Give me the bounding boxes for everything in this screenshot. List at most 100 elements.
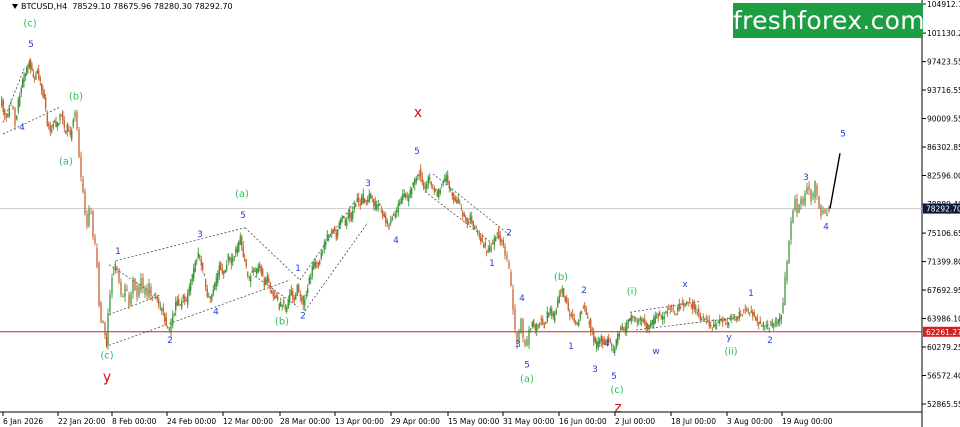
candle-body <box>417 174 419 177</box>
candle-body <box>403 193 405 197</box>
price-chart[interactable]: 104912.75 101130.25 97423.55 93716.55 90009.… <box>0 0 960 427</box>
y-tick-label: 75106.65 <box>927 229 960 238</box>
y-tick-label: 101130.25 <box>927 29 960 38</box>
candle-body <box>358 197 360 202</box>
candle-body <box>641 318 643 322</box>
candle-body <box>227 253 229 261</box>
candle-body <box>229 257 231 260</box>
candle-body <box>770 324 772 326</box>
candle-body <box>42 89 44 97</box>
candle-body <box>344 219 346 226</box>
chevron-down-icon[interactable] <box>12 4 18 9</box>
candle-body <box>286 307 288 312</box>
candle-body <box>729 316 731 320</box>
candle-body <box>660 315 662 318</box>
candle-body <box>587 316 589 318</box>
candle-body <box>102 321 104 324</box>
candle-body <box>218 265 220 276</box>
candle-body <box>335 232 337 239</box>
chart-symbol-header: BTCUSD,H4 78529.10 78675.96 78280.30 782… <box>12 2 233 11</box>
candle-body <box>445 175 447 182</box>
candle-body <box>776 322 778 324</box>
candle-body <box>816 185 818 196</box>
x-tick-label: 31 May 00:00 <box>503 417 555 426</box>
candle-body <box>281 305 283 307</box>
candle-body <box>492 243 494 245</box>
candle-body <box>35 74 37 79</box>
candle-body <box>188 286 190 294</box>
candle-body <box>433 187 435 192</box>
candle-body <box>187 293 189 305</box>
candle-body <box>741 314 743 316</box>
candle-body <box>611 344 613 347</box>
candle-body <box>256 268 258 275</box>
candle-body <box>132 277 134 294</box>
x-tick-label: 15 May 00:00 <box>448 417 500 426</box>
candle-body <box>325 241 327 246</box>
candle-body <box>764 325 766 327</box>
candle-body <box>122 296 124 297</box>
support-price-tag-label: 62261.27 <box>926 328 960 337</box>
candle-body <box>299 293 301 297</box>
candle-body <box>671 305 673 308</box>
candle-body <box>545 321 547 324</box>
candle-body <box>477 232 479 234</box>
candle-body <box>579 311 581 319</box>
candle-body <box>680 307 682 308</box>
candle-body <box>54 121 56 123</box>
candle-body <box>600 335 602 342</box>
candle-body <box>196 259 198 262</box>
candle-body <box>126 289 128 292</box>
candle-body <box>266 275 268 283</box>
candle-body <box>708 320 710 327</box>
candle-body <box>275 295 277 298</box>
candle-body <box>802 198 804 204</box>
candle-body <box>454 197 456 202</box>
candle-body <box>223 270 225 275</box>
x-tick-label: 29 Apr 00:00 <box>391 417 440 426</box>
candle-body <box>368 193 370 202</box>
candle-body <box>465 217 467 221</box>
candle-body <box>329 234 331 235</box>
candle-body <box>560 292 562 294</box>
candle-body <box>693 303 695 309</box>
candle-body <box>624 326 626 333</box>
candle-body <box>490 248 492 250</box>
candle-body <box>65 130 67 134</box>
candle-body <box>107 313 109 346</box>
candle-body <box>12 106 14 109</box>
candle-body <box>232 257 234 263</box>
candle-body <box>551 308 553 316</box>
candle-body <box>165 317 167 324</box>
candle-body <box>656 316 658 318</box>
candle-body <box>172 315 174 326</box>
candle-body <box>701 319 703 320</box>
candle-body <box>749 312 751 314</box>
candle-body <box>717 321 719 323</box>
candle-body <box>194 262 196 273</box>
candle-body <box>792 210 794 223</box>
candle-body <box>524 340 526 346</box>
candle-body <box>27 64 29 69</box>
candle-body <box>617 333 619 344</box>
candle-body <box>60 115 62 116</box>
candle-body <box>338 223 340 229</box>
candle-body <box>746 309 748 312</box>
candle-body <box>493 237 495 245</box>
candle-body <box>474 227 476 229</box>
candle-body <box>753 312 755 317</box>
candle-body <box>98 262 100 306</box>
brand-logo: freshforex.com <box>733 3 925 38</box>
wave-label: 4 <box>19 123 25 133</box>
candle-body <box>397 203 399 213</box>
candle-body <box>662 315 664 321</box>
candle-body <box>215 277 217 287</box>
candle-body <box>5 116 7 118</box>
candle-body <box>633 317 635 318</box>
candle-body <box>723 319 725 321</box>
x-tick-label: 2 Jul 00:00 <box>615 417 655 426</box>
candle-body <box>376 204 378 209</box>
candle-body <box>383 214 385 218</box>
candle-body <box>674 312 676 314</box>
candle-body <box>581 312 583 315</box>
